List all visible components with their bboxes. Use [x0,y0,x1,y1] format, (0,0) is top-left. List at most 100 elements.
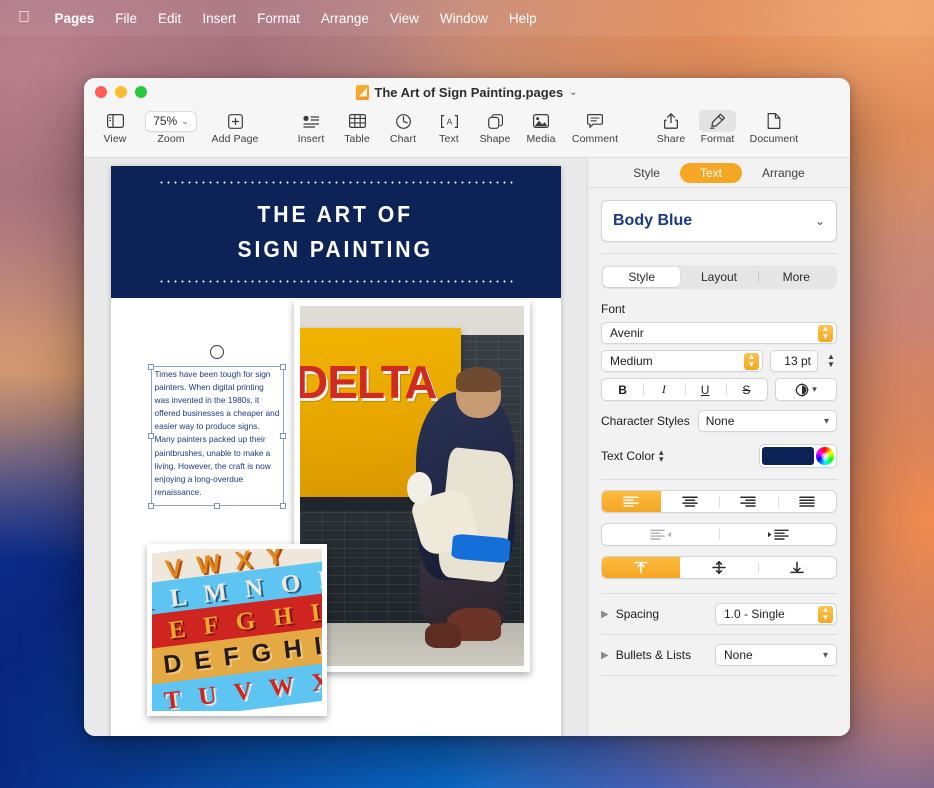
spacing-label-group[interactable]: ▶ Spacing [601,607,659,621]
document-heading[interactable]: THE ART OF SIGN PAINTING [238,197,433,265]
align-center-button[interactable] [661,491,720,512]
menu-item-view[interactable]: View [379,11,429,26]
subtab-layout[interactable]: Layout [680,267,757,287]
chevron-down-icon[interactable]: ⌄ [569,87,577,98]
updown-arrows-icon: ▴▾ [659,448,664,464]
font-size-field[interactable]: 13 pt [770,350,818,372]
toolbar-document-button[interactable]: Document [741,109,807,145]
window-title-text: The Art of Sign Painting.pages [374,85,563,100]
toolbar-shape-button[interactable]: Shape [472,109,518,145]
dotted-rule-bottom [158,280,513,283]
align-middle-button[interactable] [680,557,758,578]
align-top-button[interactable] [602,557,680,578]
toolbar-view-button[interactable]: View [92,109,138,145]
sign-painter-photo: DELTA [300,306,524,666]
increase-indent-button[interactable] [719,524,836,545]
font-size-value: 13 pt [784,354,811,368]
toolbar-add-page-label: Add Page [212,133,259,145]
text-color-label-group[interactable]: Text Color ▴▾ [601,448,664,464]
resize-handle-bottom-right[interactable] [280,503,286,509]
menu-item-pages[interactable]: Pages [44,11,105,26]
menu-item-help[interactable]: Help [498,11,547,26]
inspector-content: Body Blue ⌄ Style Layout More Font Aveni… [588,188,850,579]
toolbar-media-button[interactable]: Media [518,109,564,145]
menu-item-window[interactable]: Window [429,11,498,26]
resize-handle-bottom-center[interactable] [214,503,220,509]
toolbar-shape-label: Shape [480,133,511,145]
underline-button[interactable]: U [685,379,726,400]
align-right-button[interactable] [719,491,778,512]
italic-button[interactable]: I [643,379,684,400]
document-canvas[interactable]: THE ART OF SIGN PAINTING DELTA [84,158,587,736]
bold-button[interactable]: B [602,379,643,400]
chevron-right-icon[interactable]: ▶ [601,609,609,620]
toolbar-comment-button[interactable]: Comment [564,109,626,145]
font-family-popup[interactable]: Avenir ▲▼ [601,322,837,344]
align-justify-button[interactable] [778,491,837,512]
toolbar-chart-button[interactable]: Chart [380,109,426,145]
bullets-value: None [724,648,753,662]
window-title-bar: The Art of Sign Painting.pages ⌄ [84,78,850,106]
bullets-popup[interactable]: None ▾ [715,644,837,666]
bullets-label-group[interactable]: ▶ Bullets & Lists [601,648,691,662]
sign-painter-photo-frame[interactable]: DELTA [294,300,530,672]
font-weight-popup[interactable]: Medium ▲▼ [601,350,763,372]
text-alignment-buttons [601,490,837,513]
resize-handle-top-left[interactable] [148,364,154,370]
menu-item-arrange[interactable]: Arrange [310,11,379,26]
alphabet-photo-frame[interactable]: U V W X Y K L M N O P D E F G H I C D E … [147,544,327,716]
align-bottom-button[interactable] [758,557,836,578]
menu-item-file[interactable]: File [105,11,148,26]
vertical-alignment-buttons [601,556,837,579]
stepper-icon[interactable]: ▲▼ [818,606,833,623]
toolbar-document-label: Document [750,133,799,145]
menu-item-insert[interactable]: Insert [192,11,247,26]
menu-item-edit[interactable]: Edit [148,11,192,26]
view-sidebar-icon [107,110,124,132]
decrease-indent-button[interactable] [602,524,719,545]
resize-handle-top-right[interactable] [280,364,286,370]
painter-hand [407,472,432,504]
apple-logo-icon[interactable]:  [12,10,44,26]
toolbar-insert-button[interactable]: Insert [288,109,334,145]
color-wheel-icon[interactable] [816,447,834,465]
text-options-button[interactable]: ▾ [775,378,837,401]
stepper-icon[interactable]: ▲▼ [744,353,759,370]
menu-item-format[interactable]: Format [247,11,311,26]
resize-handle-bottom-left[interactable] [148,503,154,509]
zoom-popup[interactable]: 75% ⌄ [145,110,197,132]
subtab-style[interactable]: Style [603,267,680,287]
spacing-popup[interactable]: 1.0 - Single ▲▼ [715,603,837,625]
strikethrough-button[interactable]: S [726,379,767,400]
spacing-label: Spacing [616,607,659,621]
tab-style[interactable]: Style [613,163,680,183]
character-styles-popup[interactable]: None ▾ [698,410,837,432]
chevron-right-icon[interactable]: ▶ [601,650,609,661]
tab-text[interactable]: Text [680,163,742,183]
resize-handle-middle-right[interactable] [280,433,286,439]
body-text-box[interactable]: Times have been tough for sign painters.… [151,366,284,506]
toolbar-table-button[interactable]: Table [334,109,380,145]
toolbar-add-page-button[interactable]: Add Page [204,109,266,145]
toolbar-format-button[interactable]: Format [694,109,741,145]
toolbar-insert-label: Insert [298,133,325,145]
toolbar-text-label: Text [439,133,459,145]
paragraph-style-popup[interactable]: Body Blue ⌄ [601,200,837,242]
body-text[interactable]: Times have been tough for sign painters.… [152,367,283,499]
font-size-stepper[interactable]: ▲▼ [825,353,837,369]
rotation-handle[interactable] [210,345,224,359]
inspector-tabs: Style Text Arrange [588,158,850,188]
toolbar-zoom-control[interactable]: 75% ⌄ Zoom [138,109,204,145]
character-styles-value: None [706,414,735,428]
subtab-more[interactable]: More [758,267,835,287]
toolbar-text-button[interactable]: A Text [426,109,472,145]
text-color-swatch[interactable] [762,447,814,465]
tab-arrange[interactable]: Arrange [742,163,825,183]
toolbar-share-label: Share [657,133,686,145]
resize-handle-middle-left[interactable] [148,433,154,439]
align-left-button[interactable] [602,491,661,512]
inspector-subtabs: Style Layout More [601,265,837,289]
stepper-icon[interactable]: ▲▼ [818,325,833,342]
toolbar-share-button[interactable]: Share [648,109,694,145]
document-page[interactable]: THE ART OF SIGN PAINTING DELTA [111,166,561,736]
